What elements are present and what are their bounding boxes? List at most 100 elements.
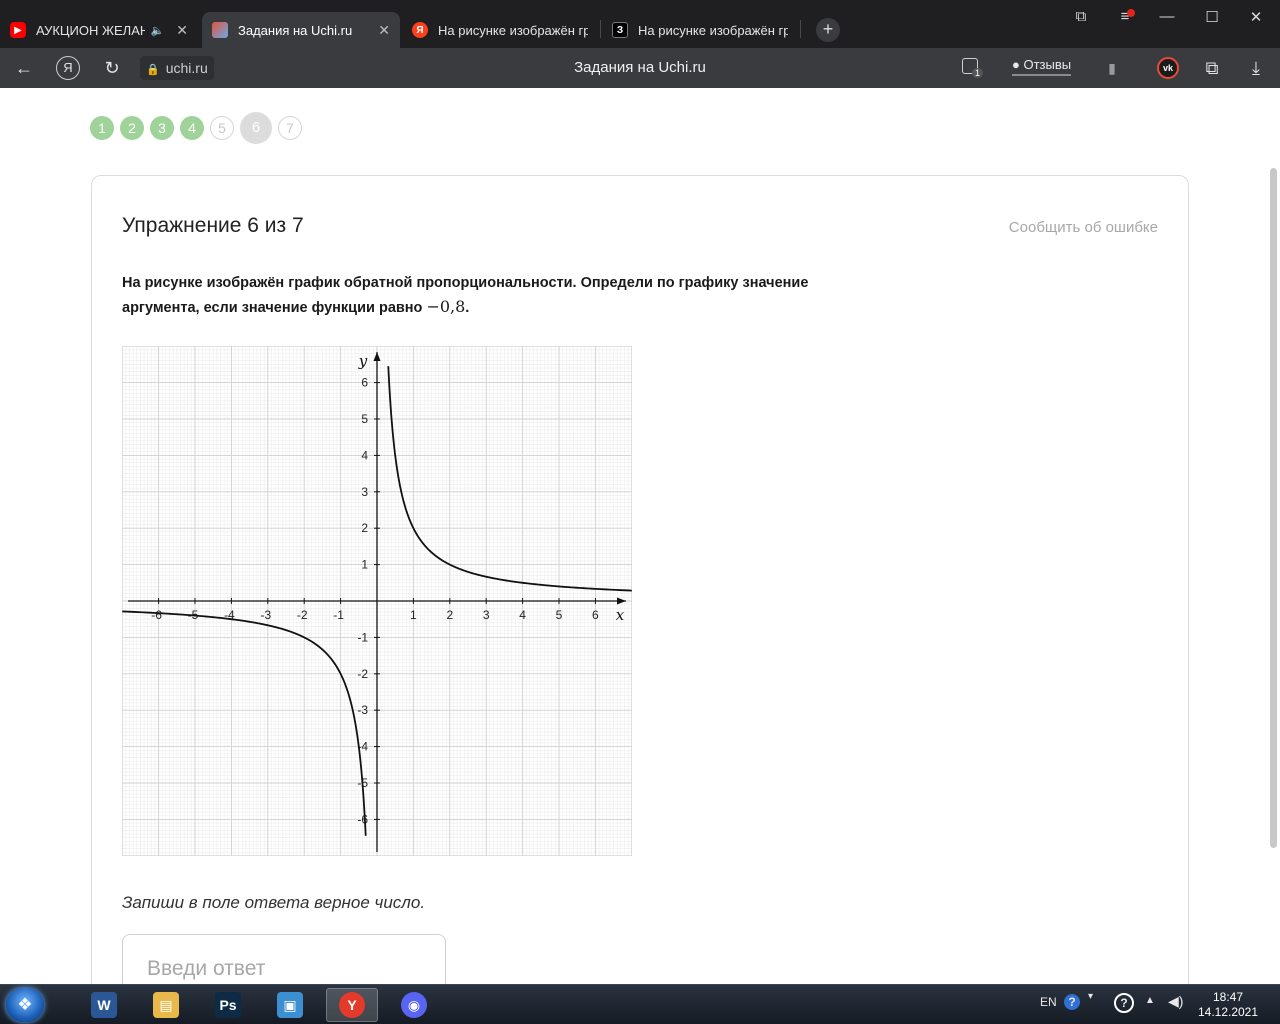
browser-tab-strip: ▶ АУКЦИОН ЖЕЛАНИЙ 🔈 ✕ Задания на Uchi.ru…	[0, 0, 1280, 48]
x-tick-label: 6	[592, 608, 599, 622]
language-indicator[interactable]: EN	[1040, 995, 1057, 1009]
close-tab-icon[interactable]: ✕	[378, 22, 390, 39]
y-tick-label: -2	[357, 667, 368, 681]
show-hidden-icons-icon[interactable]: ▲	[1145, 995, 1155, 1006]
reviews-label: Отзывы	[1023, 57, 1072, 72]
step-6-current[interactable]: 6	[240, 112, 272, 144]
y-tick-label: -3	[357, 703, 368, 717]
y-tick-label: -1	[357, 630, 368, 644]
y-tick-label: -6	[357, 812, 368, 826]
x-tick-label: 5	[556, 608, 563, 622]
youtube-icon: ▶	[10, 22, 26, 38]
taskbar-app-yandex-browser[interactable]: Y	[326, 988, 378, 1022]
hyperbola-graph: -6 -5 -4 -3 -2 -1 1 2 3 4 5 6-6-5-4-3-2-1123456xy	[122, 346, 632, 856]
y-tick-label: 4	[361, 448, 368, 462]
tab-divider	[800, 20, 801, 38]
taskbar-app-discord[interactable]: ◉	[388, 988, 440, 1022]
step-4[interactable]: 4	[180, 116, 204, 140]
tab-title: На рисунке изображён гр	[438, 22, 588, 38]
tab-znanija[interactable]: З На рисунке изображён гр	[602, 12, 798, 48]
url-text: uchi.ru	[165, 60, 208, 76]
taskbar-app-explorer[interactable]: ▤	[140, 988, 192, 1022]
chat-bubble-icon: ●	[1012, 57, 1020, 72]
taskbar-app-word[interactable]: W	[78, 988, 130, 1022]
word-icon: W	[91, 992, 117, 1018]
question-text: На рисунке изображён график обратной про…	[122, 272, 842, 320]
start-button[interactable]: ❖	[6, 988, 44, 1022]
report-error-link[interactable]: Сообщить об ошибке	[1009, 219, 1158, 236]
tab-yandex-search[interactable]: Я На рисунке изображён гр	[402, 12, 598, 48]
tray-help-icon[interactable]: ?	[1114, 993, 1134, 1013]
step-5[interactable]: 5	[210, 116, 234, 140]
close-tab-icon[interactable]: ✕	[176, 22, 188, 39]
notification-dot-icon	[1127, 9, 1135, 17]
clock-date: 14.12.2021	[1197, 1005, 1259, 1019]
download-icon[interactable]: ⤓	[1244, 56, 1268, 80]
znanija-icon: З	[612, 22, 628, 38]
x-tick-label: 4	[519, 608, 526, 622]
vk-icon[interactable]: vk	[1157, 57, 1179, 79]
step-1[interactable]: 1	[90, 116, 114, 140]
reviews-button[interactable]: ● Отзывы	[1012, 57, 1072, 76]
discord-icon: ◉	[401, 992, 427, 1018]
x-tick-label: 1	[410, 608, 417, 622]
maximize-icon[interactable]: ☐	[1197, 8, 1227, 26]
tab-divider	[600, 20, 601, 38]
bookmark-icon[interactable]: ▮	[1100, 56, 1124, 80]
taskbar-clock[interactable]: 18:47 14.12.2021	[1196, 990, 1260, 1020]
taskbar-app-screen[interactable]: ▣	[264, 988, 316, 1022]
page-scrollbar[interactable]	[1270, 168, 1277, 848]
taskbar-app-photoshop[interactable]: Ps	[202, 988, 254, 1022]
x-tick-label: -1	[333, 608, 344, 622]
yandex-icon: Я	[412, 22, 428, 38]
back-icon[interactable]: ←	[12, 56, 36, 80]
volume-icon[interactable]: ◀)	[1168, 993, 1183, 1010]
step-3[interactable]: 3	[150, 116, 174, 140]
new-tab-button[interactable]: +	[816, 18, 840, 42]
tab-title: Задания на Uchi.ru	[238, 22, 353, 38]
y-tick-label: 1	[361, 558, 368, 572]
answer-input[interactable]	[147, 957, 437, 981]
uchi-favicon-icon	[212, 22, 228, 38]
tab-auction[interactable]: ▶ АУКЦИОН ЖЕЛАНИЙ 🔈 ✕	[0, 12, 198, 48]
browser-address-bar: ← Я ↻ 🔒 uchi.ru Задания на Uchi.ru 1 ● От…	[0, 48, 1280, 88]
x-tick-label: 3	[483, 608, 490, 622]
x-tick-label: -3	[260, 608, 271, 622]
question-value: −0,8	[426, 297, 466, 316]
question-end: .	[465, 300, 470, 316]
help-icon[interactable]: ?	[1064, 994, 1080, 1010]
y-tick-label: 5	[361, 412, 368, 426]
x-tick-label: 2	[446, 608, 453, 622]
y-tick-label: 6	[361, 376, 368, 390]
explorer-icon: ▤	[153, 992, 179, 1018]
url-field[interactable]: 🔒 uchi.ru	[140, 56, 214, 80]
reload-icon[interactable]: ↻	[100, 56, 124, 80]
answer-hint: Запиши в поле ответа верное число.	[122, 893, 426, 912]
exercise-card: Упражнение 6 из 7 Сообщить об ошибке На …	[91, 175, 1189, 1024]
speaker-icon[interactable]: 🔈	[151, 24, 165, 37]
exercise-progress: 1 2 3 4 5 6 7	[90, 112, 302, 144]
extensions-icon[interactable]: ⧉	[1200, 56, 1224, 80]
screen-icon: ▣	[277, 992, 303, 1018]
step-7[interactable]: 7	[278, 116, 302, 140]
exercise-title: Упражнение 6 из 7	[122, 214, 304, 237]
y-tick-label: 3	[361, 485, 368, 499]
lock-icon: 🔒	[146, 64, 160, 76]
clock-time: 18:47	[1212, 990, 1244, 1004]
tab-title: На рисунке изображён гр	[638, 22, 788, 38]
tab-uchi[interactable]: Задания на Uchi.ru ✕	[202, 12, 400, 48]
yandex-home-icon[interactable]: Я	[56, 56, 80, 80]
y-tick-label: 2	[361, 521, 368, 535]
windows-taskbar: ❖ W ▤ Ps ▣ Y ◉ EN ? ▾ ? ▲ ◀) 18:47 14.12.2021	[0, 984, 1280, 1024]
minimize-icon[interactable]: —	[1152, 8, 1182, 25]
close-window-icon[interactable]: ✕	[1241, 8, 1271, 26]
tray-arrow-icon[interactable]: ▾	[1088, 991, 1093, 1002]
menu-icon[interactable]: ≡	[1110, 8, 1140, 25]
x-tick-label: -2	[297, 608, 308, 622]
yandex-browser-icon: Y	[339, 992, 365, 1018]
step-2[interactable]: 2	[120, 116, 144, 140]
photoshop-icon: Ps	[215, 992, 241, 1018]
tab-title: АУКЦИОН ЖЕЛАНИЙ	[36, 22, 145, 38]
collections-icon[interactable]: ⧉	[1066, 8, 1096, 25]
x-axis-label: x	[616, 606, 625, 624]
